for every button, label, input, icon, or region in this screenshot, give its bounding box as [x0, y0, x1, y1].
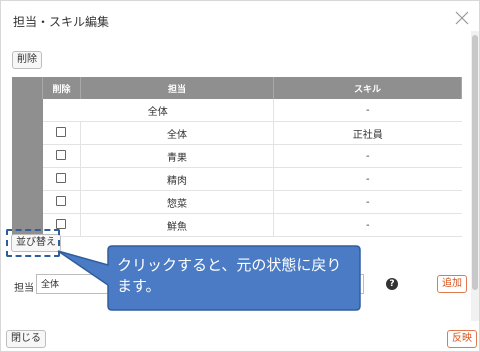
- row-checkbox[interactable]: [56, 172, 67, 183]
- row-delete-cell: [42, 121, 81, 145]
- row-checkbox[interactable]: [56, 149, 67, 160]
- row-skill: -: [273, 99, 462, 122]
- callout-line-1: クリックすると、元の状態に戻り: [117, 256, 342, 274]
- row-stripe: [12, 99, 43, 122]
- row-owner: 全体: [42, 99, 274, 122]
- row-skill: -: [273, 167, 462, 191]
- owner-select[interactable]: 全体: [36, 274, 116, 294]
- row-owner: 鮮魚: [80, 213, 274, 237]
- close-button[interactable]: 閉じる: [6, 330, 46, 348]
- row-owner: 青果: [80, 144, 274, 168]
- callout-text: クリックすると、元の状態に戻り ます。: [117, 255, 357, 297]
- scrollbar-thumb[interactable]: [472, 35, 478, 290]
- table-row: 全体 正社員: [12, 121, 462, 145]
- row-owner: 精肉: [80, 167, 274, 191]
- add-button[interactable]: 追加: [437, 275, 467, 293]
- question-circle-icon[interactable]: ?: [386, 278, 398, 290]
- row-skill: -: [273, 144, 462, 168]
- close-icon[interactable]: [455, 11, 469, 25]
- row-delete-cell: [42, 190, 81, 214]
- row-delete-cell: [42, 167, 81, 191]
- scrollbar[interactable]: [471, 31, 479, 321]
- owner-label: 担当: [14, 283, 34, 294]
- apply-button[interactable]: 反映: [447, 330, 477, 348]
- row-stripe: [12, 167, 43, 191]
- table-header-row: 削除 担当 スキル: [12, 77, 462, 99]
- row-skill: -: [273, 213, 462, 237]
- table-row: 青果 -: [12, 144, 462, 168]
- delete-button[interactable]: 削除: [12, 51, 42, 69]
- table-row: 鮮魚 -: [12, 213, 462, 237]
- highlight-box: [6, 229, 60, 257]
- row-owner: 惣菜: [80, 190, 274, 214]
- row-skill: -: [273, 190, 462, 214]
- header-skill: スキル: [273, 77, 462, 99]
- table-row: 惣菜 -: [12, 190, 462, 214]
- header-delete: 削除: [42, 77, 81, 99]
- dialog-title: 担当・スキル編集: [13, 15, 110, 29]
- header-stripe: [12, 77, 43, 99]
- row-checkbox[interactable]: [56, 126, 67, 137]
- row-checkbox[interactable]: [56, 218, 67, 229]
- assignment-table: 削除 担当 スキル 全体 - 全体 正社員 青果 - 精肉 - 惣菜 - 鮮魚 …: [12, 77, 462, 237]
- row-stripe: [12, 121, 43, 145]
- row-stripe: [12, 144, 43, 168]
- row-owner: 全体: [80, 121, 274, 145]
- row-stripe: [12, 190, 43, 214]
- row-checkbox[interactable]: [56, 195, 67, 206]
- row-delete-cell: [42, 144, 81, 168]
- callout-line-2: ます。: [117, 277, 161, 295]
- table-row: 精肉 -: [12, 167, 462, 191]
- header-owner: 担当: [80, 77, 274, 99]
- table-row: 全体 -: [12, 99, 462, 122]
- row-skill: 正社員: [273, 121, 462, 145]
